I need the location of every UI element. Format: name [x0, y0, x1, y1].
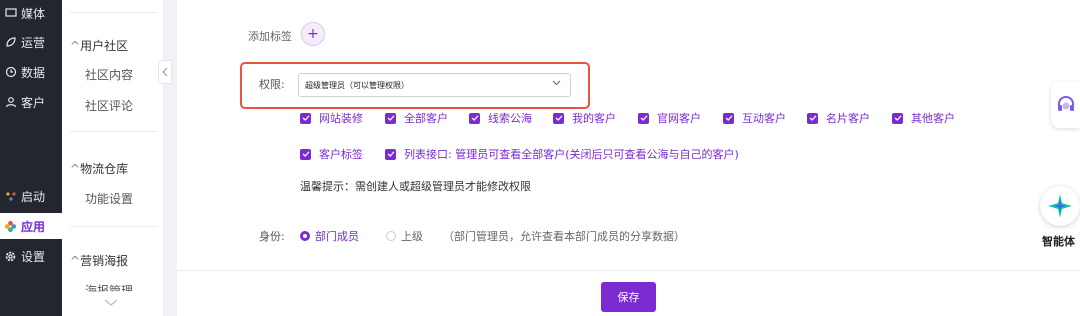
sub-menu: ^用户社区 社区内容 社区评论 ^物流仓库 功能设置 ^营销海报 海报管理 [62, 0, 164, 316]
save-button[interactable]: 保存 [601, 282, 656, 312]
divider [70, 226, 158, 227]
main-nav: 媒体 运营 数据 客户 启动 应用 设置 [0, 0, 62, 316]
chevron-left-icon [162, 67, 168, 77]
customer-service-button[interactable] [1051, 82, 1080, 128]
dots-icon [4, 190, 17, 203]
identity-label: 身份: [259, 230, 285, 243]
checkbox-checked-icon [638, 112, 649, 124]
radio-selected-icon [300, 231, 310, 241]
leaf-icon [4, 36, 17, 49]
nav-item-apps[interactable]: 应用 [0, 213, 62, 239]
menu-group-community[interactable]: ^用户社区 [70, 37, 128, 54]
sparkle-icon [1048, 194, 1072, 218]
chevron-up-icon: ^ [70, 254, 81, 268]
checkbox-checked-icon [385, 148, 396, 160]
clock-icon [4, 66, 17, 79]
permission-checkbox-interactive-customers[interactable]: 互动客户 [723, 110, 786, 126]
add-tag-button[interactable]: + [301, 22, 325, 46]
headset-icon [1057, 95, 1074, 111]
chevron-down-icon[interactable] [104, 296, 118, 310]
permission-checkbox-card-customers[interactable]: 名片客户 [807, 110, 870, 126]
divider [70, 12, 158, 13]
flower-icon [4, 220, 17, 233]
nav-item-customer[interactable]: 客户 [0, 89, 62, 115]
collapse-sidebar-button[interactable] [158, 60, 172, 84]
radio-unselected-icon [386, 231, 396, 241]
ai-agent-button[interactable] [1040, 186, 1080, 226]
add-tag-label: 添加标签 [248, 30, 292, 43]
menu-item-community-comments[interactable]: 社区评论 [85, 97, 133, 114]
checkbox-checked-icon [469, 112, 480, 124]
nav-item-media[interactable]: 媒体 [0, 0, 62, 26]
nav-item-launch[interactable]: 启动 [0, 183, 62, 209]
identity-radio-member[interactable]: 部门成员 [300, 228, 359, 244]
identity-radio-superior[interactable]: 上级 [386, 228, 423, 244]
gear-icon [4, 250, 17, 263]
menu-item-community-content[interactable]: 社区内容 [85, 66, 133, 83]
permission-checkbox-list-api[interactable]: 列表接口: 管理员可查看全部客户(关闭后只可查看公海与自己的客户) [385, 146, 739, 162]
permission-checkbox-site-decoration[interactable]: 网站装修 [300, 110, 363, 126]
checkbox-checked-icon [300, 148, 311, 160]
checkbox-checked-icon [807, 112, 818, 124]
menu-group-logistics[interactable]: ^物流仓库 [70, 160, 128, 177]
permission-checkbox-customer-tags[interactable]: 客户标签 [300, 146, 363, 162]
nav-item-settings[interactable]: 设置 [0, 243, 62, 269]
permission-select[interactable]: 超级管理员（可以管理权限） [298, 73, 571, 97]
menu-group-posters[interactable]: ^营销海报 [70, 252, 128, 269]
screen-icon [4, 7, 17, 20]
chevron-down-icon [552, 79, 561, 88]
chevron-up-icon: ^ [70, 162, 81, 176]
permission-checkbox-lead-pool[interactable]: 线索公海 [469, 110, 532, 126]
chevron-up-icon: ^ [70, 39, 81, 53]
permission-tip: 温馨提示：需创建人或超级管理员才能修改权限 [300, 180, 531, 193]
checkbox-checked-icon [300, 112, 311, 124]
checkbox-checked-icon [553, 112, 564, 124]
user-icon [4, 96, 17, 109]
nav-item-operation[interactable]: 运营 [0, 29, 62, 55]
nav-item-data[interactable]: 数据 [0, 59, 62, 85]
permission-label: 权限: [259, 78, 285, 91]
permission-checkbox-other-customers[interactable]: 其他客户 [892, 110, 955, 126]
plus-icon: + [307, 26, 319, 42]
checkbox-checked-icon [723, 112, 734, 124]
divider [70, 131, 158, 132]
permission-checkbox-my-customers[interactable]: 我的客户 [553, 110, 616, 126]
menu-item-function-settings[interactable]: 功能设置 [85, 190, 133, 207]
ai-agent-label: 智能体 [1042, 235, 1075, 248]
permission-checkbox-all-customers[interactable]: 全部客户 [385, 110, 448, 126]
permission-select-value: 超级管理员（可以管理权限） [305, 80, 409, 90]
identity-description: （部门管理员，允许查看本部门成员的分享数据） [443, 230, 685, 243]
permission-checkbox-website-customers[interactable]: 官网客户 [638, 110, 701, 126]
checkbox-checked-icon [385, 112, 396, 124]
checkbox-checked-icon [892, 112, 903, 124]
